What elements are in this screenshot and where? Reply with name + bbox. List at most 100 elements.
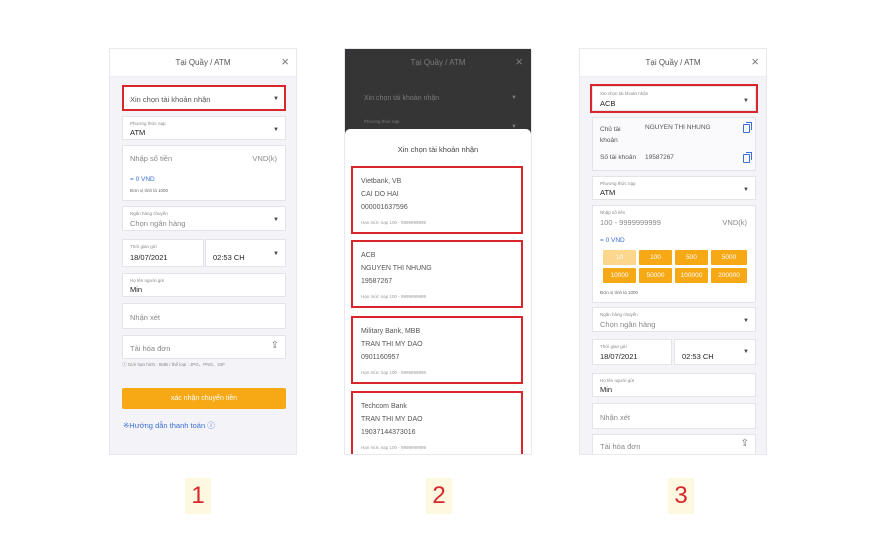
date-field[interactable]: Thời gian gửi 18/07/2021	[592, 339, 672, 365]
method-label: Phương thức nạp	[130, 121, 166, 126]
time-field[interactable]: 02:53 CH ▼	[205, 239, 286, 267]
account-option[interactable]: Vietbank, VB CAI DO HAI 000001637596 Hạn…	[351, 166, 523, 234]
sender-name-field[interactable]: Họ tên người gửi Min	[122, 273, 286, 297]
account-bank: ACB	[361, 252, 376, 259]
confirm-transfer-button[interactable]: xác nhận chuyển tiền	[122, 388, 286, 409]
chevron-down-icon: ▼	[273, 217, 279, 223]
modal-header: Tại Quầy / ATM ×	[110, 49, 296, 77]
time-label: Thời gian gửi	[600, 344, 627, 349]
account-number: 19037144373016	[361, 429, 416, 436]
account-option[interactable]: Military Bank, MBB TRAN THI MY DAO 09011…	[351, 316, 523, 384]
highlight-frame	[590, 84, 758, 113]
sender-name-label: Họ tên người gửi	[600, 378, 635, 383]
upload-note: ⓘ Giới hạn hình : 5MB / thể loại : JPG、P…	[122, 362, 225, 367]
close-icon[interactable]: ×	[751, 55, 759, 68]
account-holder: CAI DO HAI	[361, 191, 399, 198]
step1-screen: Tại Quầy / ATM × Xin chọn tài khoản nhận…	[109, 48, 297, 455]
modal-header: Tại Quầy / ATM ×	[580, 49, 766, 77]
date-field[interactable]: Thời gian gửi 18/07/2021	[122, 239, 204, 267]
comment-field[interactable]: Nhận xét	[122, 303, 286, 329]
account-number-value: 19587267	[645, 154, 674, 161]
amount-field[interactable]: Nhập số tiền VND(k) = 0 VND Đơn vị tính …	[122, 145, 286, 201]
chevron-down-icon: ▼	[511, 95, 517, 101]
amount-field[interactable]: Nhập số tiền 100 - 9999999999 VND(k) = 0…	[592, 205, 756, 303]
chevron-down-icon: ▼	[273, 127, 279, 133]
chevron-down-icon: ▼	[743, 318, 749, 324]
quick-amount-button[interactable]: 10000	[603, 268, 636, 283]
bank-select[interactable]: Ngân hàng chuyển Chọn ngân hàng ▼	[592, 307, 756, 332]
upload-placeholder: Tải hóa đơn	[600, 442, 641, 451]
bank-select[interactable]: Ngân hàng chuyển Chọn ngân hàng ▼	[122, 206, 286, 231]
chevron-down-icon: ▼	[273, 251, 279, 257]
step3-screen: Tại Quầy / ATM × Xin chọn tài khoản nhận…	[579, 48, 767, 455]
account-info-box: Chủ tài khoản NGUYEN THI NHUNG Số tài kh…	[592, 117, 756, 171]
quick-amount-button[interactable]: 100	[639, 250, 672, 265]
amount-label: Nhập số tiền	[600, 210, 626, 215]
date-value: 18/07/2021	[600, 352, 638, 361]
comment-placeholder: Nhận xét	[130, 313, 161, 322]
dimmed-account-select: Xin chọn tài khoản nhận	[364, 95, 440, 102]
account-limit: Hạn mức nạp 100 - 9999999999	[361, 220, 427, 225]
upload-field[interactable]: Tải hóa đơn ⇪	[592, 434, 756, 454]
quick-amount-button[interactable]: 5000	[711, 250, 747, 265]
account-number-label: Số tài khoản	[600, 154, 637, 161]
account-option[interactable]: ACB NGUYEN THI NHUNG 19587267 Hạn mức nạ…	[351, 240, 523, 308]
account-holder: TRAN THI MY DAO	[361, 341, 423, 348]
close-icon[interactable]: ×	[281, 55, 289, 68]
upload-icon[interactable]: ⇪	[741, 438, 749, 449]
step-number: 2	[426, 478, 452, 514]
account-limit: Hạn mức nạp 100 - 9999999999	[361, 445, 427, 450]
quick-amount-button[interactable]: 100000	[675, 268, 708, 283]
time-field[interactable]: 02:53 CH ▼	[674, 339, 756, 365]
quick-amount-button[interactable]: 50000	[639, 268, 672, 283]
sender-name-field[interactable]: Họ tên người gửi Min	[592, 373, 756, 397]
chevron-down-icon: ▼	[743, 187, 749, 193]
sender-name-value: Min	[130, 285, 143, 294]
chevron-down-icon: ▼	[743, 349, 749, 355]
modal-title: Tại Quầy / ATM	[645, 58, 701, 67]
account-picker-sheet: Xin chọn tài khoản nhận Vietbank, VB CAI…	[345, 129, 531, 454]
unit-note: Đơn vị tính là 1000	[130, 188, 168, 193]
amount-converted: = 0 VND	[600, 237, 625, 244]
account-bank: Techcom Bank	[361, 403, 407, 410]
account-number: 0901160957	[361, 354, 400, 361]
account-bank: Military Bank, MBB	[361, 328, 421, 335]
account-limit: Hạn mức nạp 100 - 9999999999	[361, 294, 427, 299]
copy-icon[interactable]	[743, 152, 752, 163]
copy-icon[interactable]	[743, 122, 752, 133]
unit-note: Đơn vị tính là 1000	[600, 290, 638, 295]
time-label: Thời gian gửi	[130, 244, 157, 249]
modal-title: Tại Quầy / ATM	[175, 58, 231, 67]
quick-amount-button[interactable]: 200000	[711, 268, 747, 283]
method-select[interactable]: Phương thức nạp ATM ▼	[592, 176, 756, 200]
upload-icon[interactable]: ⇪	[271, 340, 279, 351]
bank-placeholder: Chọn ngân hàng	[130, 219, 186, 228]
close-icon[interactable]: ×	[515, 55, 523, 68]
account-limit: Hạn mức nạp 100 - 9999999999	[361, 370, 427, 375]
dimmed-title: Tại Quầy / ATM	[410, 58, 466, 67]
bank-placeholder: Chọn ngân hàng	[600, 320, 656, 329]
account-number: 19587267	[361, 278, 393, 285]
comment-placeholder: Nhận xét	[600, 413, 631, 422]
quick-amount-button[interactable]: 500	[675, 250, 708, 265]
bank-label: Ngân hàng chuyển	[130, 211, 168, 216]
highlight-frame	[122, 85, 286, 111]
payment-guide-link[interactable]: ※Hướng dẫn thanh toán ⓘ	[123, 420, 215, 431]
account-bank: Vietbank, VB	[361, 178, 402, 185]
dimmed-method-label: Phương thức nạp	[364, 119, 400, 124]
upload-placeholder: Tải hóa đơn	[130, 344, 171, 353]
amount-unit: VND(k)	[252, 154, 277, 163]
amount-placeholder: Nhập số tiền	[130, 154, 173, 163]
quick-amount-button[interactable]: 10	[603, 250, 636, 265]
comment-field[interactable]: Nhận xét	[592, 403, 756, 429]
amount-converted: = 0 VND	[130, 176, 155, 183]
method-value: ATM	[130, 128, 146, 137]
upload-field[interactable]: Tải hóa đơn ⇪	[122, 335, 286, 359]
sender-name-value: Min	[600, 385, 613, 394]
method-select[interactable]: Phương thức nạp ATM ▼	[122, 116, 286, 140]
account-holder: TRAN THI MY DAO	[361, 416, 423, 423]
date-value: 18/07/2021	[130, 253, 168, 262]
holder-label: Chủ tài khoản	[600, 126, 621, 144]
account-option[interactable]: Techcom Bank TRAN THI MY DAO 19037144373…	[351, 391, 523, 454]
holder-value: NGUYEN THI NHUNG	[645, 124, 711, 131]
